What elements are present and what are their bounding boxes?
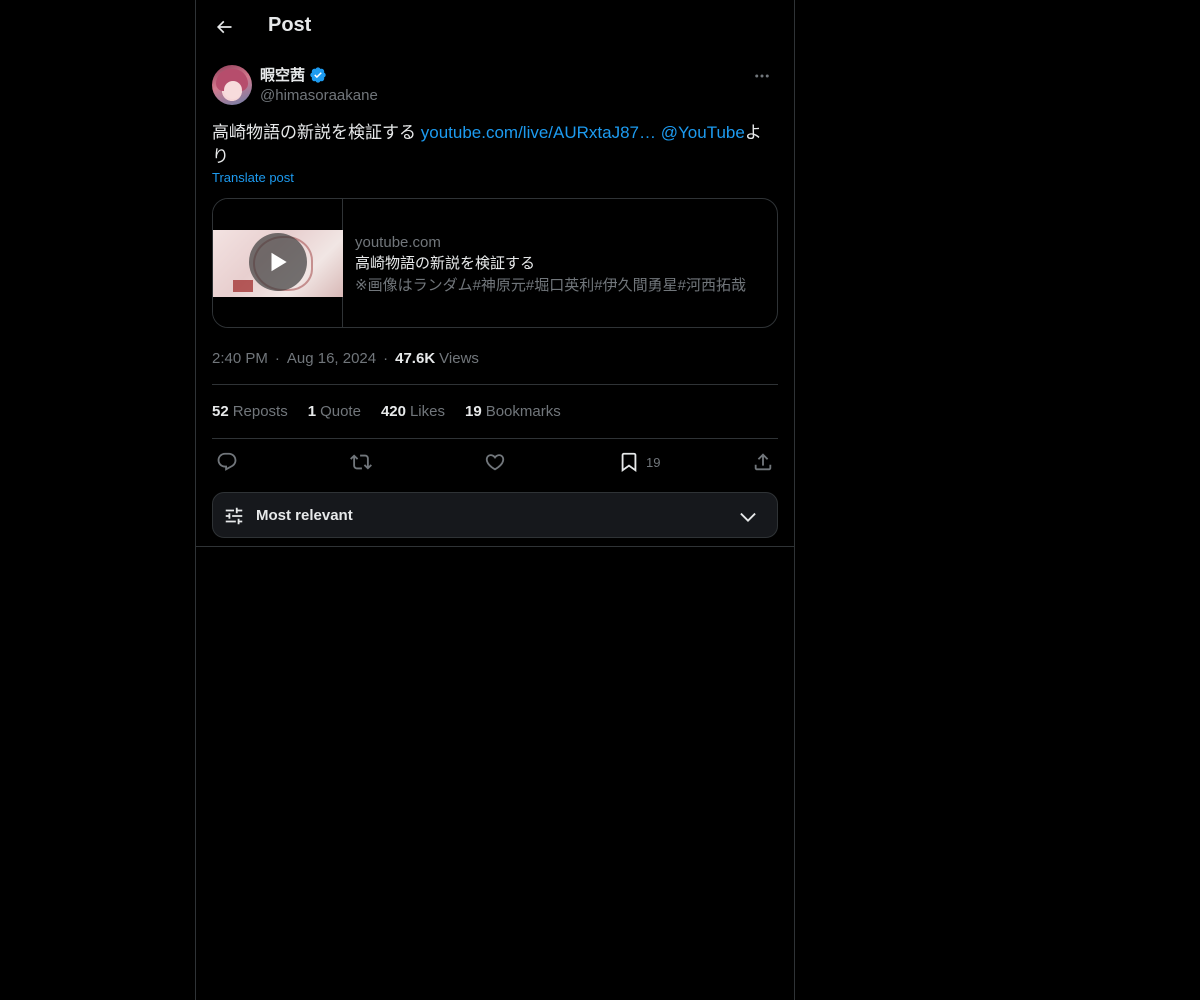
play-icon	[271, 252, 287, 272]
meta-separator: ·	[274, 349, 280, 367]
post-text-main: 高崎物語の新説を検証する	[212, 123, 421, 142]
meta-separator: ·	[383, 349, 389, 367]
reply-icon	[217, 452, 237, 471]
author-name-block: 暇空茜 @himasoraakane	[260, 64, 378, 104]
thumbnail-mark	[233, 280, 253, 292]
page-title: Post	[268, 14, 312, 36]
translate-post-link[interactable]: Translate post	[212, 170, 294, 185]
repost-icon	[350, 454, 372, 470]
stat-label: Likes	[409, 403, 445, 420]
stat-quotes[interactable]: 1 Quote	[308, 403, 361, 420]
stat-count: 19	[465, 403, 482, 420]
post: 暇空茜 @himasoraakane 高崎物語の新説を検証する youtube.…	[212, 64, 778, 487]
arrow-left-icon	[216, 20, 232, 34]
stat-label: Reposts	[232, 403, 288, 420]
sort-label: Most relevant	[256, 507, 353, 524]
share-button[interactable]	[752, 451, 774, 473]
action-bar: 19	[212, 439, 778, 487]
stat-bookmarks[interactable]: 19 Bookmarks	[465, 403, 561, 420]
page-header: Post	[196, 0, 794, 54]
card-thumbnail	[213, 199, 343, 327]
reply-sort-dropdown[interactable]: Most relevant	[212, 492, 778, 538]
stat-count: 1	[307, 403, 317, 420]
card-description: ※画像はランダム#神原元#堀口英利#伊久間勇星#河西拓哉	[355, 277, 746, 294]
verified-badge-icon[interactable]	[309, 66, 327, 84]
avatar[interactable]	[212, 65, 252, 105]
post-time[interactable]: 2:40 PM	[212, 350, 268, 367]
bookmark-icon	[621, 452, 637, 473]
author-handle[interactable]: @himasoraakane	[260, 87, 378, 104]
avatar-face	[224, 81, 242, 99]
primary-column: Post 暇空茜 @himasoraakane 高崎物語の新説を検証する you…	[195, 0, 795, 1000]
share-icon	[754, 453, 772, 471]
link-card[interactable]: youtube.com 高崎物語の新説を検証する ※画像はランダム#神原元#堀口…	[212, 198, 778, 328]
section-divider	[196, 546, 794, 547]
stat-likes[interactable]: 420 Likes	[381, 403, 445, 420]
stat-label: Bookmarks	[485, 403, 561, 420]
views-label: Views	[439, 349, 479, 367]
back-button[interactable]	[208, 11, 240, 43]
sliders-icon	[225, 507, 243, 525]
stat-count: 420	[380, 403, 406, 420]
bookmark-button[interactable]: 19	[618, 451, 660, 473]
stat-count: 52	[212, 403, 229, 420]
post-link[interactable]: youtube.com/live/AURxtaJ87…	[421, 123, 656, 142]
repost-button[interactable]	[350, 451, 372, 473]
post-meta: 2:40 PM · Aug 16, 2024 · 47.6K Views	[212, 347, 778, 369]
card-info: youtube.com 高崎物語の新説を検証する ※画像はランダム#神原元#堀口…	[355, 233, 765, 297]
play-button[interactable]	[249, 233, 307, 291]
author-row: 暇空茜 @himasoraakane	[212, 64, 778, 106]
chevron-down-icon	[740, 512, 756, 522]
stat-label: Quote	[320, 403, 361, 420]
stat-reposts[interactable]: 52 Reposts	[212, 403, 288, 420]
more-dots-icon	[755, 74, 769, 78]
card-title: 高崎物語の新説を検証する	[355, 255, 536, 272]
post-stats: 52 Reposts 1 Quote 420 Likes 19 Bookmarks	[212, 385, 778, 438]
heart-icon	[485, 454, 505, 471]
display-name-row: 暇空茜	[260, 64, 378, 85]
bookmark-count: 19	[646, 454, 661, 470]
views-count: 47.6K	[395, 349, 436, 367]
author-display-name[interactable]: 暇空茜	[260, 64, 305, 85]
post-mention[interactable]: @YouTube	[661, 123, 745, 142]
post-text: 高崎物語の新説を検証する youtube.com/live/AURxtaJ87……	[212, 121, 778, 169]
more-options-button[interactable]	[746, 64, 778, 88]
card-domain: youtube.com	[355, 234, 441, 251]
post-date[interactable]: Aug 16, 2024	[287, 350, 376, 367]
like-button[interactable]	[484, 451, 506, 473]
reply-button[interactable]	[216, 451, 238, 473]
